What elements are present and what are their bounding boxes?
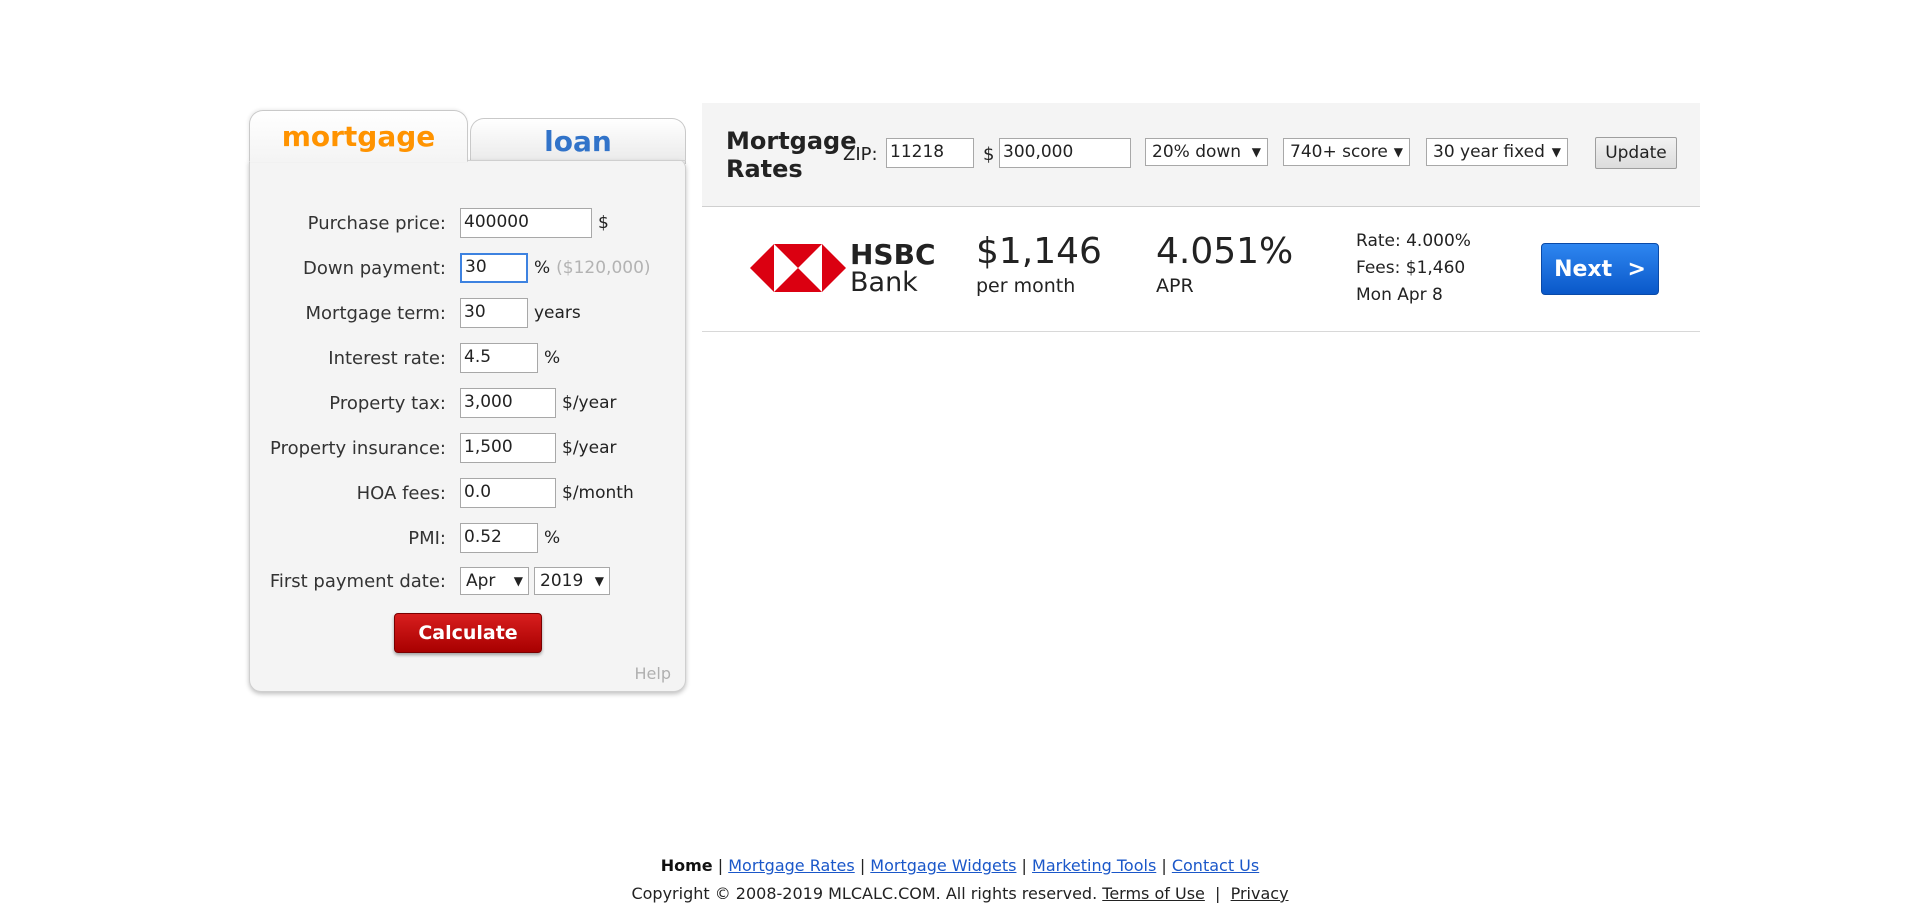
property-insurance-suffix: $/year bbox=[562, 438, 617, 458]
mortgage-term-suffix: years bbox=[534, 303, 581, 323]
credit-score-select[interactable]: 740+ score ▼ bbox=[1283, 138, 1410, 166]
chevron-down-icon: ▼ bbox=[1251, 145, 1261, 159]
down-payment-row: Down payment: 30 % ($120,000) bbox=[250, 251, 687, 285]
purchase-price-row: Purchase price: 400000 $ bbox=[250, 206, 687, 240]
tab-divider bbox=[468, 160, 686, 161]
interest-rate-suffix: % bbox=[544, 348, 561, 368]
down-payment-label: Down payment: bbox=[303, 257, 446, 279]
monthly-payment-caption: per month bbox=[976, 275, 1076, 297]
zip-input[interactable]: 11218 bbox=[886, 138, 974, 168]
interest-rate-input[interactable]: 4.5 bbox=[460, 343, 538, 373]
footer-link-mortgage-rates[interactable]: Mortgage Rates bbox=[728, 856, 855, 875]
property-tax-suffix: $/year bbox=[562, 393, 617, 413]
mortgage-calculator: mortgage loan Purchase price: 400000 $ D… bbox=[249, 110, 686, 692]
down-payment-input[interactable]: 30 bbox=[460, 253, 528, 283]
loan-term-select[interactable]: 30 year fixed ▼ bbox=[1426, 138, 1568, 166]
mortgage-term-row: Mortgage term: 30 years bbox=[250, 296, 687, 330]
mortgage-rates-title: Mortgage Rates bbox=[726, 127, 857, 183]
down-payment-select[interactable]: 20% down ▼ bbox=[1145, 138, 1268, 166]
chevron-down-icon: ▼ bbox=[513, 574, 523, 588]
loan-amount-input[interactable]: 300,000 bbox=[999, 138, 1131, 168]
down-payment-select-value: 20% down bbox=[1152, 142, 1242, 162]
first-payment-month-value: Apr bbox=[466, 571, 496, 591]
apr: 4.051% APR bbox=[1156, 231, 1293, 297]
copyright-text: Copyright © 2008-2019 MLCALC.COM. All ri… bbox=[631, 884, 1098, 903]
mortgage-rates-header: Mortgage Rates ZIP: 11218 $ 300,000 20% … bbox=[702, 103, 1700, 207]
property-insurance-input[interactable]: 1,500 bbox=[460, 433, 556, 463]
hsbc-logo-icon bbox=[750, 244, 846, 292]
bank-name: HSBC Bank bbox=[850, 241, 936, 297]
bank-name-line1: HSBC bbox=[850, 238, 936, 271]
first-payment-label: First payment date: bbox=[269, 570, 446, 592]
hoa-fees-input[interactable]: 0.0 bbox=[460, 478, 556, 508]
chevron-down-icon: ▼ bbox=[1551, 145, 1561, 159]
offer-rate: Rate: 4.000% bbox=[1356, 231, 1471, 251]
amount-label: $ bbox=[983, 144, 995, 165]
property-tax-row: Property tax: 3,000 $/year bbox=[250, 386, 687, 420]
purchase-price-suffix: $ bbox=[598, 213, 609, 233]
help-link[interactable]: Help bbox=[635, 664, 671, 683]
footer-home[interactable]: Home bbox=[661, 856, 713, 875]
privacy-link[interactable]: Privacy bbox=[1231, 884, 1289, 903]
zip-label: ZIP: bbox=[843, 144, 878, 165]
bank-name-line2: Bank bbox=[850, 267, 918, 298]
property-tax-input[interactable]: 3,000 bbox=[460, 388, 556, 418]
tab-loan[interactable]: loan bbox=[470, 118, 686, 164]
tab-mortgage[interactable]: mortgage bbox=[249, 110, 468, 162]
down-payment-suffix: % bbox=[534, 258, 551, 278]
mortgage-term-input[interactable]: 30 bbox=[460, 298, 528, 328]
apr-value: 4.051% bbox=[1156, 231, 1294, 272]
loan-term-select-value: 30 year fixed bbox=[1433, 142, 1545, 162]
first-payment-row: First payment date: Apr ▼ 2019 ▼ bbox=[250, 564, 687, 598]
rate-offer-row: HSBC Bank $1,146 per month 4.051% APR Ra… bbox=[702, 207, 1700, 332]
next-button[interactable]: Next > bbox=[1541, 243, 1659, 295]
down-payment-amount: ($120,000) bbox=[556, 258, 651, 278]
rates-title-line1: Mortgage bbox=[726, 127, 857, 155]
offer-date: Mon Apr 8 bbox=[1356, 285, 1443, 305]
pmi-suffix: % bbox=[544, 528, 561, 548]
footer-link-contact-us[interactable]: Contact Us bbox=[1172, 856, 1259, 875]
chevron-down-icon: ▼ bbox=[594, 574, 604, 588]
first-payment-year-select[interactable]: 2019 ▼ bbox=[534, 567, 610, 595]
interest-rate-label: Interest rate: bbox=[328, 347, 446, 369]
pmi-input[interactable]: 0.52 bbox=[460, 523, 538, 553]
monthly-payment-value: $1,146 bbox=[976, 231, 1102, 272]
property-tax-label: Property tax: bbox=[329, 392, 446, 414]
terms-of-use-link[interactable]: Terms of Use bbox=[1102, 884, 1205, 903]
purchase-price-label: Purchase price: bbox=[307, 212, 446, 234]
pmi-label: PMI: bbox=[408, 527, 446, 549]
offer-fees: Fees: $1,460 bbox=[1356, 258, 1466, 278]
footer-link-mortgage-widgets[interactable]: Mortgage Widgets bbox=[870, 856, 1016, 875]
rates-title-line2: Rates bbox=[726, 155, 803, 183]
monthly-payment: $1,146 per month bbox=[976, 231, 1102, 297]
hoa-fees-row: HOA fees: 0.0 $/month bbox=[250, 476, 687, 510]
interest-rate-row: Interest rate: 4.5 % bbox=[250, 341, 687, 375]
credit-score-select-value: 740+ score bbox=[1290, 142, 1388, 162]
first-payment-month-select[interactable]: Apr ▼ bbox=[460, 567, 529, 595]
calculator-form: Purchase price: 400000 $ Down payment: 3… bbox=[249, 160, 686, 692]
mortgage-term-label: Mortgage term: bbox=[305, 302, 447, 324]
update-button[interactable]: Update bbox=[1595, 137, 1677, 169]
hoa-fees-label: HOA fees: bbox=[356, 482, 446, 504]
property-insurance-label: Property insurance: bbox=[270, 437, 446, 459]
hoa-fees-suffix: $/month bbox=[562, 483, 634, 503]
footer-copyright-line: Copyright © 2008-2019 MLCALC.COM. All ri… bbox=[631, 884, 1289, 903]
footer: Home | Mortgage Rates | Mortgage Widgets… bbox=[0, 852, 1920, 908]
apr-caption: APR bbox=[1156, 275, 1194, 297]
property-insurance-row: Property insurance: 1,500 $/year bbox=[250, 431, 687, 465]
first-payment-year-value: 2019 bbox=[540, 571, 584, 591]
chevron-down-icon: ▼ bbox=[1393, 145, 1403, 159]
calculate-button[interactable]: Calculate bbox=[394, 613, 542, 653]
footer-nav: Home | Mortgage Rates | Mortgage Widgets… bbox=[660, 856, 1260, 875]
purchase-price-input[interactable]: 400000 bbox=[460, 208, 592, 238]
footer-link-marketing-tools[interactable]: Marketing Tools bbox=[1032, 856, 1156, 875]
offer-details: Rate: 4.000% Fees: $1,460 Mon Apr 8 bbox=[1356, 228, 1471, 309]
pmi-row: PMI: 0.52 % bbox=[250, 521, 687, 555]
